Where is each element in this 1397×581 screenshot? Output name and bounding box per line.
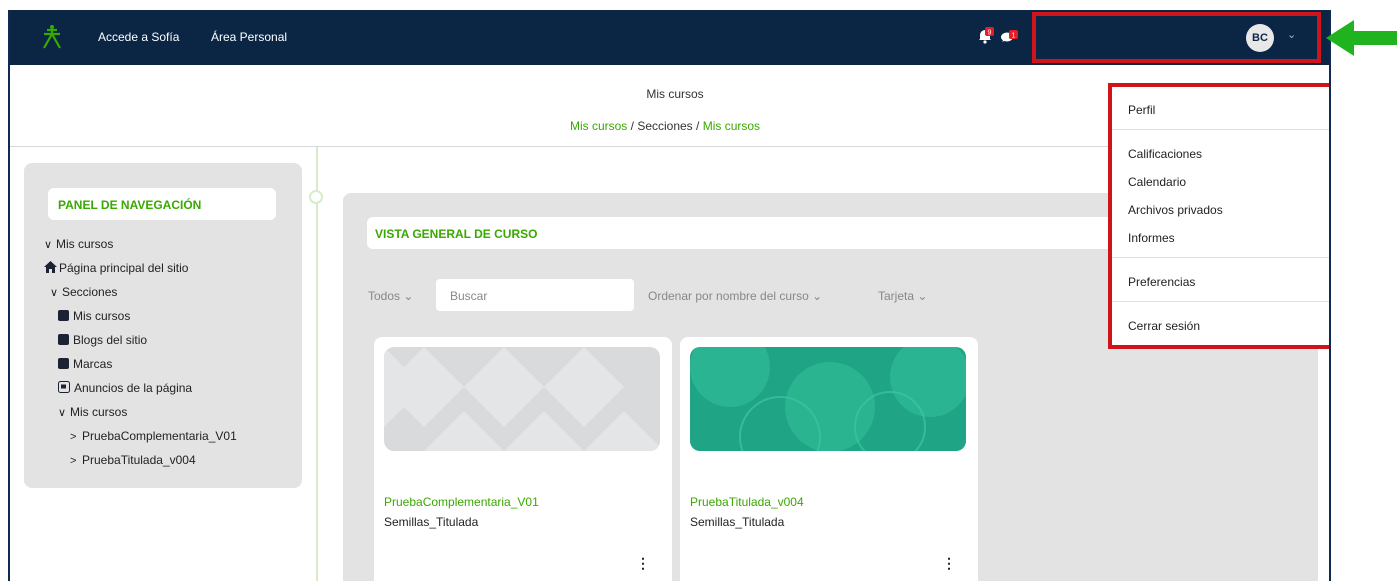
moodle-window: Accede a Sofía Área Personal 9 1 BC ⌄ Mi… [8, 10, 1331, 581]
course-card[interactable]: PruebaTitulada_v004 Semillas_Titulada ⋮ [680, 337, 978, 581]
home-icon [44, 261, 57, 273]
nav-link-sofia[interactable]: Accede a Sofía [98, 30, 179, 44]
menu-item-cerrar-sesion[interactable]: Cerrar sesión [1128, 319, 1200, 333]
drawer-toggle-handle[interactable] [309, 190, 323, 204]
nav-item-course-2[interactable]: > PruebaTitulada_v004 [70, 453, 196, 467]
navigation-panel-title: PANEL DE NAVEGACIÓN [48, 188, 276, 220]
chevron-right-icon: > [70, 455, 77, 467]
sort-dropdown[interactable]: Ordenar por nombre del curso ⌄ [648, 289, 822, 303]
course-image[interactable] [384, 347, 660, 451]
user-menu-highlight-box [1032, 12, 1321, 63]
card-more-options-icon[interactable]: ⋮ [942, 555, 956, 572]
chevron-right-icon: > [70, 431, 77, 443]
breadcrumb-secciones[interactable]: Secciones [637, 119, 692, 133]
nav-link-area-personal[interactable]: Área Personal [211, 30, 287, 44]
course-overview-title: VISTA GENERAL DE CURSO [367, 217, 1127, 249]
pointer-arrow-icon [1326, 20, 1397, 56]
menu-item-calendario[interactable]: Calendario [1128, 175, 1186, 189]
course-name[interactable]: PruebaComplementaria_V01 [384, 495, 539, 509]
notification-badge: 9 [988, 30, 992, 37]
menu-item-archivos-privados[interactable]: Archivos privados [1128, 203, 1223, 217]
nav-item-mis-cursos[interactable]: ∨ Mis cursos [44, 237, 113, 251]
nav-item-secciones[interactable]: ∨ Secciones [50, 285, 117, 299]
messages-chat-icon[interactable]: 1 [1000, 27, 1018, 45]
folder-icon [58, 310, 69, 321]
menu-divider [1112, 301, 1329, 302]
course-category: Semillas_Titulada [690, 515, 785, 529]
sena-logo-icon[interactable] [40, 24, 64, 50]
menu-item-informes[interactable]: Informes [1128, 231, 1175, 245]
view-dropdown[interactable]: Tarjeta ⌄ [878, 289, 927, 303]
nav-item-marcas[interactable]: Marcas [58, 357, 112, 371]
search-input[interactable]: Buscar [436, 279, 634, 311]
screenshot-frame: Accede a Sofía Área Personal 9 1 BC ⌄ Mi… [0, 0, 1397, 581]
user-menu-dropdown: Perfil Calificaciones Calendario Archivo… [1108, 83, 1329, 349]
card-more-options-icon[interactable]: ⋮ [636, 555, 650, 572]
nav-item-pagina-principal[interactable]: Página principal del sitio [44, 261, 188, 275]
chevron-down-icon: ∨ [44, 239, 53, 251]
forum-icon [58, 381, 70, 393]
notifications-bell-icon[interactable]: 9 [976, 27, 994, 45]
menu-item-perfil[interactable]: Perfil [1128, 103, 1155, 117]
nav-item-secciones-mis-cursos[interactable]: Mis cursos [58, 309, 130, 323]
breadcrumb-mis-cursos[interactable]: Mis cursos [570, 119, 627, 133]
menu-item-preferencias[interactable]: Preferencias [1128, 275, 1195, 289]
message-badge: 1 [1012, 33, 1016, 40]
chevron-down-icon: ⌄ [812, 289, 823, 303]
chevron-down-icon: ∨ [58, 407, 67, 419]
nav-item-anuncios[interactable]: Anuncios de la página [58, 381, 192, 395]
course-category: Semillas_Titulada [384, 515, 479, 529]
drawer-divider-line [316, 147, 318, 581]
breadcrumb-mis-cursos-current[interactable]: Mis cursos [703, 119, 760, 133]
nav-item-blogs[interactable]: Blogs del sitio [58, 333, 147, 347]
menu-divider [1112, 257, 1329, 258]
course-name[interactable]: PruebaTitulada_v004 [690, 495, 804, 509]
bookmark-icon [58, 358, 69, 369]
chevron-down-icon: ⌄ [403, 289, 414, 303]
menu-item-calificaciones[interactable]: Calificaciones [1128, 147, 1202, 161]
nav-item-mis-cursos-sub[interactable]: ∨ Mis cursos [58, 405, 127, 419]
chevron-down-icon: ∨ [50, 287, 59, 299]
nav-item-course-1[interactable]: > PruebaComplementaria_V01 [70, 429, 237, 443]
navigation-panel: PANEL DE NAVEGACIÓN ∨ Mis cursos Página p… [24, 163, 302, 488]
course-card[interactable]: PruebaComplementaria_V01 Semillas_Titula… [374, 337, 672, 581]
course-image[interactable] [690, 347, 966, 451]
filter-dropdown[interactable]: Todos ⌄ [368, 289, 413, 303]
blog-icon [58, 334, 69, 345]
chevron-down-icon: ⌄ [917, 289, 928, 303]
menu-divider [1112, 129, 1329, 130]
breadcrumb-separator: / [696, 119, 703, 133]
